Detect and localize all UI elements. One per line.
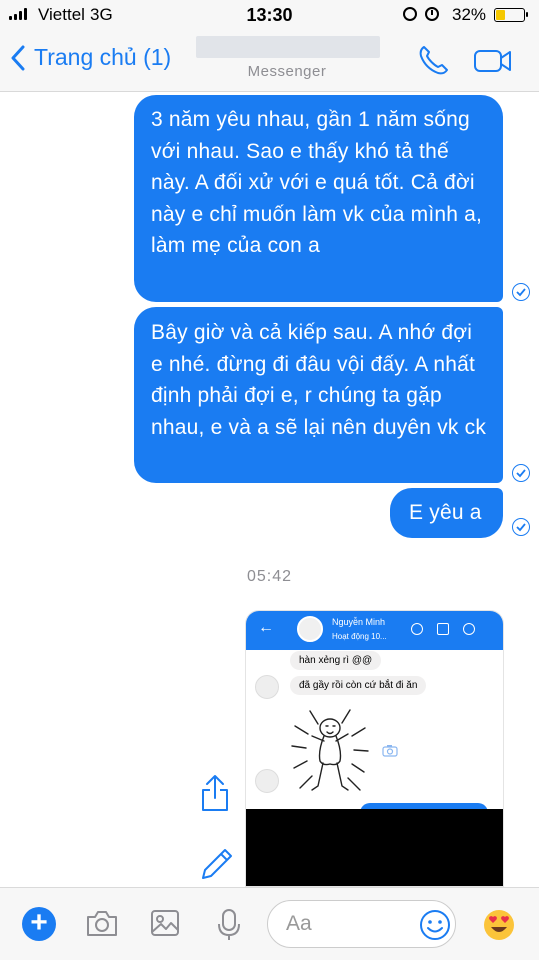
screenshot-contact-name: Nguyễn Minh — [332, 617, 386, 627]
gallery-button[interactable] — [150, 908, 180, 943]
avatar — [297, 616, 323, 642]
phone-icon — [411, 623, 423, 635]
info-icon — [463, 623, 475, 635]
status-bar: Viettel 3G 13:30 32% — [0, 0, 539, 30]
alarm-icon — [425, 7, 439, 21]
outgoing-message[interactable]: Bây giờ và cả kiếp sau. A nhớ đợi e nhé.… — [134, 307, 503, 483]
conversation-header: Trang chủ (1) Messenger — [0, 30, 539, 92]
back-label: Trang chủ (1) — [34, 44, 172, 70]
back-chevron-icon — [11, 45, 25, 70]
battery-icon — [494, 8, 528, 22]
quick-reaction-button[interactable] — [482, 908, 516, 947]
gallery-icon — [151, 910, 179, 936]
pencil-icon — [202, 849, 232, 879]
video-camera-icon — [437, 623, 449, 635]
share-icon — [202, 775, 228, 811]
edit-button[interactable] — [199, 846, 235, 887]
seen-check-icon — [512, 283, 530, 301]
battery-percent: 32% — [452, 5, 487, 24]
back-button[interactable]: Trang chủ (1) — [10, 44, 171, 71]
contact-name-blurred[interactable] — [196, 36, 380, 58]
screenshot-message: hàn xẻng rì @@ — [290, 651, 382, 670]
back-arrow-icon: ← — [258, 619, 274, 636]
outgoing-message[interactable]: E yêu a — [390, 488, 503, 538]
camera-button[interactable] — [85, 908, 119, 943]
messenger-subtitle: Messenger — [247, 63, 327, 80]
outgoing-message[interactable]: 3 năm yêu nhau, gần 1 năm sống với nhau.… — [134, 95, 503, 302]
screenshot-message: đã gầy rồi còn cứ bắt đi ăn — [290, 676, 427, 695]
avatar — [255, 769, 279, 793]
message-composer: + — [0, 887, 539, 960]
shared-screenshot[interactable]: ← Nguyễn Minh Hoạt động 10... hàn xẻng r… — [245, 610, 504, 887]
message-timestamp: 05:42 — [246, 568, 293, 585]
screenshot-contact-status: Hoạt động 10... — [332, 632, 387, 641]
sticker-image — [291, 709, 369, 791]
seen-check-icon — [512, 518, 530, 536]
smiley-icon — [420, 910, 450, 940]
heart-eyes-emoji-icon — [484, 910, 514, 940]
screenshot-header: ← Nguyễn Minh Hoạt động 10... — [246, 611, 503, 650]
camera-icon[interactable] — [382, 744, 398, 757]
video-call-button[interactable] — [473, 48, 513, 79]
message-input[interactable] — [286, 911, 406, 937]
message-input-container — [267, 900, 456, 948]
emoji-button[interactable] — [419, 909, 451, 946]
video-camera-icon — [474, 50, 511, 72]
share-button[interactable] — [199, 773, 231, 818]
redacted-area — [246, 809, 503, 886]
microphone-icon — [218, 909, 240, 940]
seen-check-icon — [512, 464, 530, 482]
phone-icon — [419, 46, 448, 75]
call-button[interactable] — [416, 44, 450, 83]
rotation-lock-icon — [403, 7, 417, 21]
camera-icon — [87, 911, 117, 936]
avatar — [255, 675, 279, 699]
microphone-button[interactable] — [217, 908, 241, 947]
plus-icon[interactable]: + — [22, 907, 56, 941]
